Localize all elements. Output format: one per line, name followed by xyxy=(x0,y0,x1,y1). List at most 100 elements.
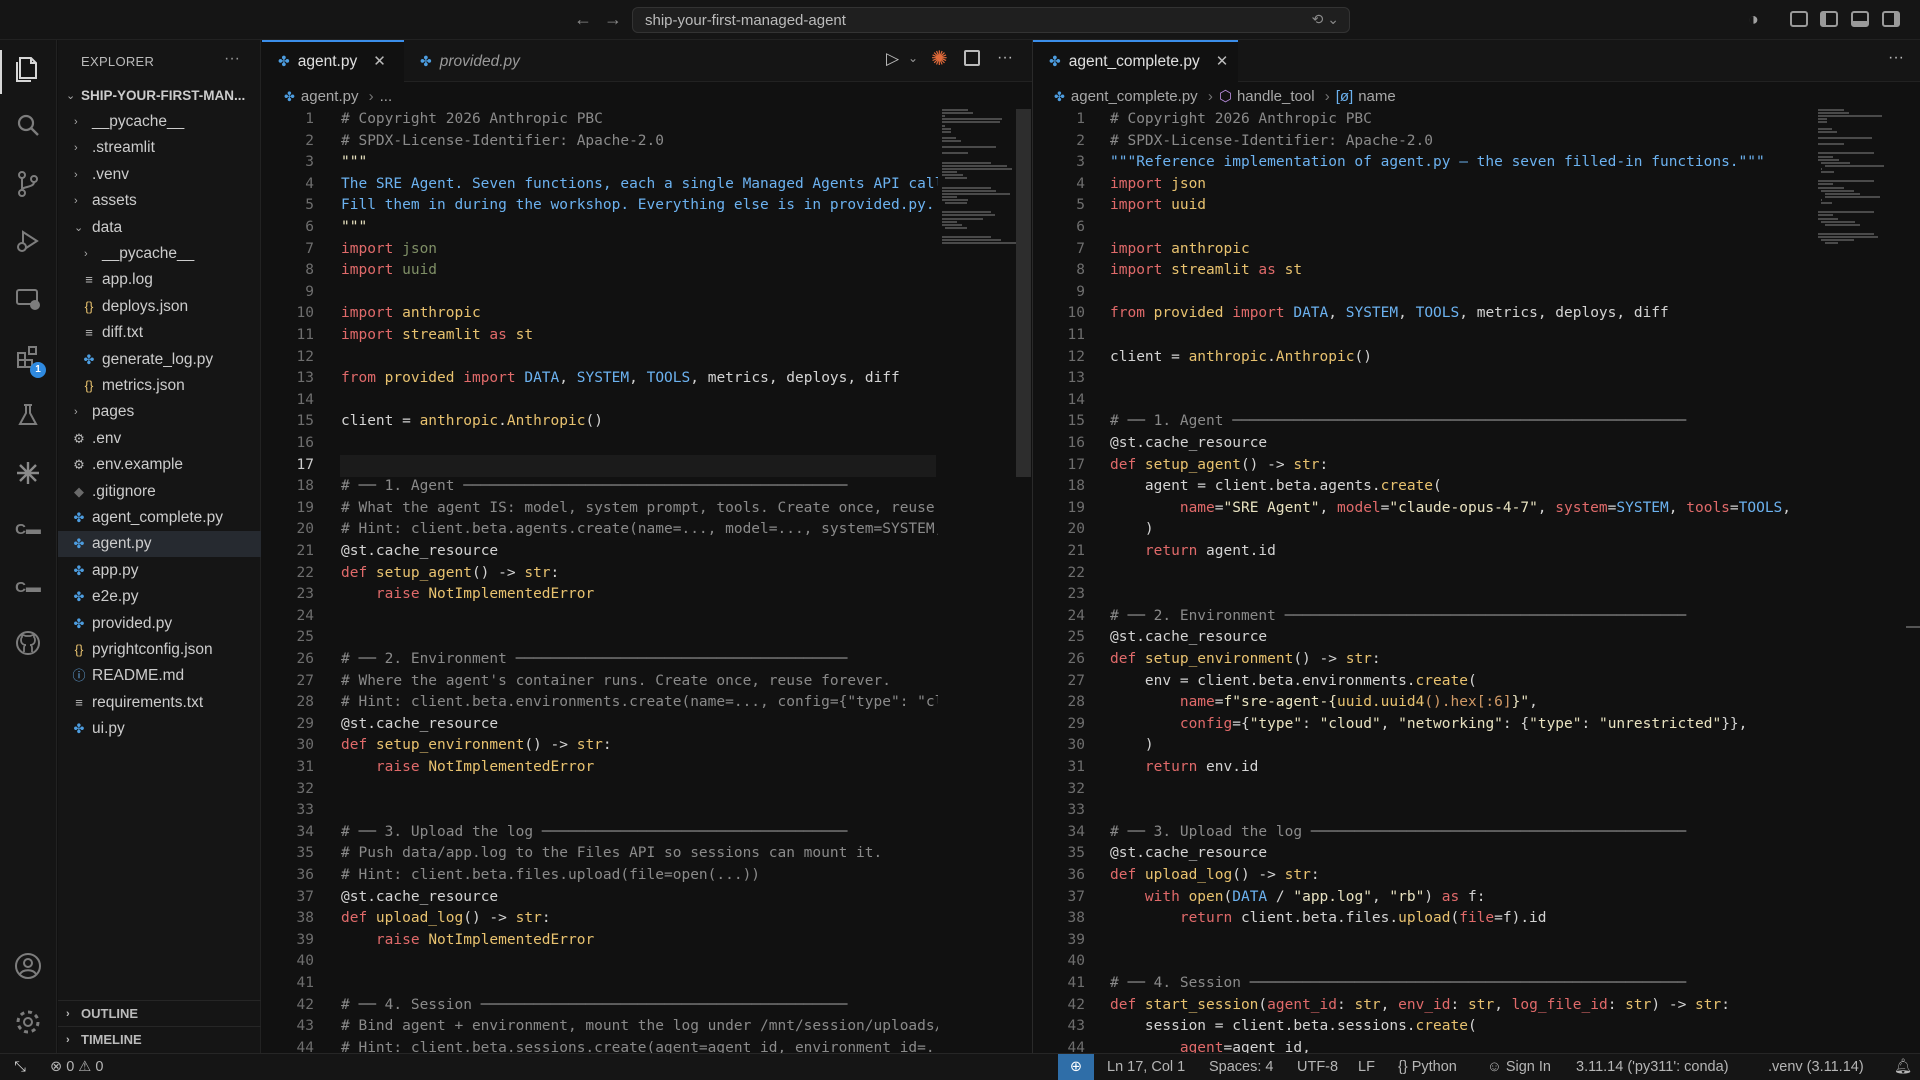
code-token: () -> xyxy=(1240,456,1294,473)
encoding[interactable]: UTF-8 xyxy=(1297,1054,1338,1080)
indentation[interactable]: Spaces: 4 xyxy=(1209,1054,1274,1080)
minimap-line xyxy=(1818,115,1882,118)
explorer-icon[interactable] xyxy=(14,54,42,82)
remote-explorer-icon[interactable] xyxy=(14,286,42,314)
code-text: @st.cache_resource xyxy=(1110,433,1267,455)
tree-folder[interactable]: › .venv xyxy=(58,162,261,188)
tree-folder[interactable]: › __pycache__ xyxy=(58,109,261,135)
tree-folder[interactable]: ⌄ data xyxy=(58,215,261,241)
tree-item-label: app.log xyxy=(102,271,153,289)
virtual-env[interactable]: .venv (3.11.14) xyxy=(1768,1054,1864,1080)
code-token: @st xyxy=(1110,629,1137,646)
tree-file[interactable]: ≡ requirements.txt xyxy=(58,690,261,716)
workspace-root[interactable]: ⌄ SHIP-YOUR-FIRST-MAN... xyxy=(58,83,261,109)
tree-file[interactable]: {} deploys.json xyxy=(58,294,261,320)
tree-folder[interactable]: › __pycache__ xyxy=(58,241,261,267)
right-code-editor[interactable]: 1 # Copyright 2026 Anthropic PBC 2 # SPDX-L… xyxy=(1033,109,1817,1053)
tree-file[interactable]: ✤ ui.py xyxy=(58,716,261,742)
breadcrumb-file[interactable]: agent_complete.py xyxy=(1071,88,1198,105)
remote-indicator-icon[interactable]: ⤡ xyxy=(0,1054,40,1080)
language-mode[interactable]: {} Python xyxy=(1398,1054,1457,1080)
line-number: 6 xyxy=(305,219,314,235)
copilot-chevron-icon[interactable]: ⟲ ⌄ xyxy=(1312,11,1339,28)
run-dropdown-icon[interactable]: ⌄ xyxy=(908,51,918,65)
tree-file[interactable]: ⚙ .env.example xyxy=(58,452,261,478)
code-token: agent_id xyxy=(1267,996,1337,1013)
run-file-icon[interactable]: ▷ xyxy=(886,49,899,69)
left-minimap[interactable] xyxy=(942,109,1016,249)
notifications-bell-icon[interactable]: 🔔︎ xyxy=(1894,1054,1912,1080)
tree-file[interactable]: ✤ agent.py xyxy=(58,531,261,558)
source-control-icon[interactable] xyxy=(14,170,42,198)
tree-file[interactable]: {} pyrightconfig.json xyxy=(58,637,261,663)
zoom-icon[interactable]: ⊕ xyxy=(1058,1054,1094,1080)
account-sync-icon[interactable]: ◑ xyxy=(1748,9,1759,30)
tree-file[interactable]: ✤ e2e.py xyxy=(58,584,261,610)
cursor-position[interactable]: Ln 17, Col 1 xyxy=(1107,1054,1185,1080)
toggle-primary-sidebar-icon[interactable] xyxy=(1820,11,1838,27)
copilot-cm-icon[interactable]: C▬ xyxy=(14,516,42,544)
code-text: # ── 1. Agent ──────────────────────────… xyxy=(1110,411,1686,433)
tree-file[interactable]: ⚙ .env xyxy=(58,426,261,452)
chevron-right-icon: › xyxy=(74,116,78,128)
left-scrollbar[interactable] xyxy=(1016,109,1031,477)
command-center-search[interactable]: ship-your-first-managed-agent ⟲ ⌄ xyxy=(632,7,1350,33)
python-interpreter[interactable]: 3.11.14 ('py311': conda) xyxy=(1576,1054,1729,1080)
outline-section[interactable]: › OUTLINE xyxy=(58,1000,261,1026)
back-arrow-icon[interactable]: ← xyxy=(574,9,592,30)
run-debug-icon[interactable] xyxy=(14,228,42,256)
code-line: 31 return env.id xyxy=(1033,757,1817,779)
copilot-chat-icon[interactable]: C▬ xyxy=(14,574,42,602)
sign-in[interactable]: ☺ Sign In xyxy=(1487,1054,1551,1080)
split-editor-icon[interactable] xyxy=(964,50,980,66)
toggle-panel-icon[interactable] xyxy=(1851,11,1869,27)
line-number: 1 xyxy=(1076,111,1085,127)
minimap-line xyxy=(942,164,1008,167)
explorer-more-icon[interactable]: ··· xyxy=(224,50,240,68)
timeline-section[interactable]: › TIMELINE xyxy=(58,1026,261,1052)
breadcrumb-variable[interactable]: name xyxy=(1358,88,1396,105)
line-number: 44 xyxy=(1067,1039,1085,1053)
claude-code-icon[interactable]: ✺ xyxy=(931,46,948,71)
forward-arrow-icon[interactable]: → xyxy=(604,9,622,30)
tree-file[interactable]: ✤ agent_complete.py xyxy=(58,505,261,531)
tree-file[interactable]: ≡ app.log xyxy=(58,267,261,293)
claude-icon[interactable] xyxy=(14,460,42,488)
breadcrumb-more[interactable]: ... xyxy=(380,88,393,105)
tree-folder[interactable]: › assets xyxy=(58,188,261,214)
more-actions-icon[interactable]: ··· xyxy=(997,49,1013,67)
editor-tab[interactable]: ✤ agent_complete.py ✕ xyxy=(1033,40,1238,82)
account-icon[interactable] xyxy=(14,952,42,980)
code-token: , xyxy=(1537,499,1556,516)
breadcrumb-symbol[interactable]: handle_tool xyxy=(1237,88,1315,105)
tree-file[interactable]: ✤ app.py xyxy=(58,558,261,584)
line-number: 9 xyxy=(305,283,314,300)
tree-file[interactable]: ✤ provided.py xyxy=(58,611,261,637)
code-token: , xyxy=(1398,305,1416,322)
breadcrumb-file[interactable]: agent.py xyxy=(301,88,359,105)
testing-icon[interactable] xyxy=(14,402,42,430)
end-of-line[interactable]: LF xyxy=(1358,1054,1375,1080)
tree-folder[interactable]: › .streamlit xyxy=(58,135,261,161)
toggle-secondary-sidebar-icon[interactable] xyxy=(1882,11,1900,27)
more-actions-icon[interactable]: ··· xyxy=(1888,49,1904,67)
tree-file[interactable]: ⓘ README.md xyxy=(58,663,261,689)
tree-folder[interactable]: › pages xyxy=(58,399,261,425)
close-icon[interactable]: ✕ xyxy=(373,53,386,70)
close-icon[interactable]: ✕ xyxy=(1216,53,1229,70)
settings-gear-icon[interactable] xyxy=(14,1008,42,1036)
editor-tab[interactable]: ✤ provided.py xyxy=(404,40,544,82)
line-number: 43 xyxy=(1067,1018,1085,1035)
tree-file[interactable]: {} metrics.json xyxy=(58,373,261,399)
customize-layout-icon[interactable] xyxy=(1790,11,1808,27)
code-token: # ── 2. Environment ────────────────────… xyxy=(1110,607,1687,624)
editor-tab[interactable]: ✤ agent.py ✕ xyxy=(262,40,404,82)
left-code-editor[interactable]: 1 # Copyright 2026 Anthropic PBC 2 # SPDX-L… xyxy=(262,109,938,1053)
tree-file[interactable]: ✤ generate_log.py xyxy=(58,347,261,373)
github-icon[interactable] xyxy=(14,630,42,658)
search-icon[interactable] xyxy=(14,112,42,140)
right-minimap[interactable] xyxy=(1818,109,1904,279)
tree-file[interactable]: ◆ .gitignore xyxy=(58,479,261,505)
problems-indicator[interactable]: ⊗ 0 ⚠ 0 xyxy=(50,1054,103,1080)
tree-file[interactable]: ≡ diff.txt xyxy=(58,320,261,346)
